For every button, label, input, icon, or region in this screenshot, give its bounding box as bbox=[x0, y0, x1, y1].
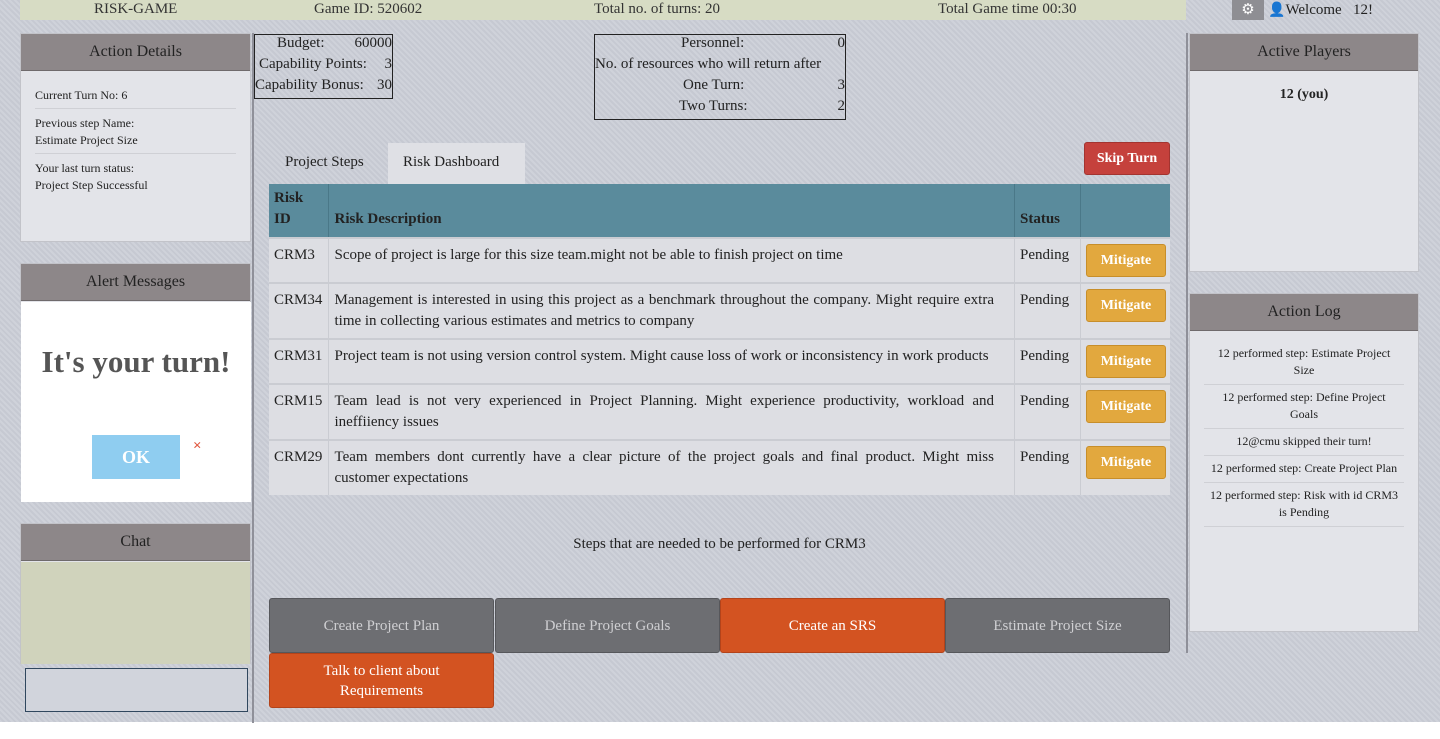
chat-input[interactable] bbox=[25, 668, 248, 712]
risk-status: Pending bbox=[1014, 237, 1081, 283]
previous-step: Previous step Name: Estimate Project Siz… bbox=[35, 113, 236, 154]
welcome-user: 👤Welcome 12! bbox=[1268, 2, 1373, 19]
capability-bonus-value: 30 bbox=[377, 77, 392, 93]
log-entry: 12 performed step: Risk with id CRM3 is … bbox=[1204, 483, 1404, 527]
turn-alert-modal: It's your turn! OK × bbox=[21, 302, 251, 502]
action-log-panel: Action Log 12 performed step: Estimate P… bbox=[1189, 293, 1419, 632]
right-divider bbox=[1186, 33, 1188, 653]
log-entry: 12 performed step: Define Project Goals bbox=[1204, 385, 1404, 429]
risk-status: Pending bbox=[1014, 282, 1081, 339]
log-entry: 12 performed step: Create Project Plan bbox=[1204, 456, 1404, 483]
steps-caption: Steps that are needed to be performed fo… bbox=[573, 536, 866, 552]
step-talk-to-client-button[interactable]: Talk to client about Requirements bbox=[269, 653, 494, 708]
mitigate-button[interactable]: Mitigate bbox=[1085, 289, 1166, 322]
log-entry: 12@cmu skipped their turn! bbox=[1204, 429, 1404, 456]
risk-status: Pending bbox=[1014, 383, 1081, 440]
close-icon[interactable]: × bbox=[193, 438, 202, 455]
total-game-time: Total Game time 00:30 bbox=[938, 1, 1077, 17]
risk-id: CRM3 bbox=[269, 237, 330, 283]
risk-status: Pending bbox=[1014, 338, 1081, 384]
game-id: Game ID: 520602 bbox=[314, 1, 423, 17]
step-create-srs-button[interactable]: Create an SRS bbox=[720, 598, 945, 653]
capability-points-value: 3 bbox=[384, 56, 393, 72]
top-status-bar: RISK-GAME Game ID: 520602 Total no. of t… bbox=[20, 0, 1186, 20]
action-details-panel: Action Details Current Turn No: 6 Previo… bbox=[20, 33, 251, 242]
skip-turn-button[interactable]: Skip Turn bbox=[1084, 142, 1170, 175]
active-players-title: Active Players bbox=[1190, 34, 1418, 71]
step-estimate-project-size-button[interactable]: Estimate Project Size bbox=[945, 598, 1170, 653]
active-players-panel: Active Players 12 (you) bbox=[1189, 33, 1419, 272]
table-row: CRM3 Scope of project is large for this … bbox=[269, 237, 1170, 283]
chat-title: Chat bbox=[21, 524, 250, 561]
app-name: RISK-GAME bbox=[94, 1, 178, 17]
mitigate-button[interactable]: Mitigate bbox=[1085, 244, 1166, 277]
risk-description: Scope of project is large for this size … bbox=[328, 237, 1015, 283]
personnel-value: 0 bbox=[837, 35, 846, 51]
table-row: CRM34 Management is interested in using … bbox=[269, 282, 1170, 339]
risk-description: Team members dont currently have a clear… bbox=[328, 439, 1015, 495]
left-divider bbox=[252, 33, 254, 723]
bottom-strip bbox=[0, 722, 1440, 739]
table-row: CRM29 Team members dont currently have a… bbox=[269, 439, 1170, 495]
risk-status: Pending bbox=[1014, 439, 1081, 495]
budget-value: 60000 bbox=[354, 35, 393, 51]
action-log-title: Action Log bbox=[1190, 294, 1418, 331]
header-status: Status bbox=[1014, 184, 1081, 238]
table-header-row: Risk ID Risk Description Status bbox=[269, 184, 1170, 238]
tab-risk-dashboard[interactable]: Risk Dashboard bbox=[388, 143, 525, 184]
player-item: 12 (you) bbox=[1279, 87, 1329, 102]
risk-description: Team lead is not very experienced in Pro… bbox=[328, 383, 1015, 440]
alert-messages-title: Alert Messages bbox=[21, 264, 250, 301]
risk-table: Risk ID Risk Description Status CRM3 Sco… bbox=[269, 184, 1170, 495]
risk-id: CRM15 bbox=[269, 383, 330, 440]
header-risk-id: Risk ID bbox=[269, 184, 330, 238]
risk-description: Project team is not using version contro… bbox=[328, 338, 1015, 384]
log-entry: 12 performed step: Estimate Project Size bbox=[1204, 341, 1404, 385]
risk-id: CRM34 bbox=[269, 282, 330, 339]
ok-button[interactable]: OK bbox=[92, 435, 180, 479]
current-turn: Current Turn No: 6 bbox=[35, 85, 236, 109]
table-row: CRM15 Team lead is not very experienced … bbox=[269, 383, 1170, 440]
settings-gear-icon[interactable]: ⚙ bbox=[1232, 0, 1264, 20]
alert-messages-panel: Alert Messages bbox=[20, 263, 251, 305]
mitigate-button[interactable]: Mitigate bbox=[1085, 390, 1166, 423]
budget-info-box: Budget: 60000 Capability Points: 3 Capabil… bbox=[254, 34, 393, 99]
chat-panel: Chat bbox=[20, 523, 251, 664]
step-create-project-plan-button[interactable]: Create Project Plan bbox=[269, 598, 494, 653]
two-turns-value: 2 bbox=[837, 98, 846, 114]
risk-id: CRM31 bbox=[269, 338, 330, 384]
action-details-title: Action Details bbox=[21, 34, 250, 71]
risk-id: CRM29 bbox=[269, 439, 330, 495]
risk-description: Management is interested in using this p… bbox=[328, 282, 1015, 339]
welcome-username: 12! bbox=[1352, 2, 1373, 18]
user-icon: 👤 bbox=[1268, 3, 1286, 18]
personnel-info-box: Personnel: 0 No. of resources who will re… bbox=[594, 34, 846, 120]
modal-title: It's your turn! bbox=[41, 344, 231, 379]
total-turns: Total no. of turns: 20 bbox=[594, 1, 721, 17]
tab-project-steps[interactable]: Project Steps bbox=[270, 143, 379, 184]
step-define-project-goals-button[interactable]: Define Project Goals bbox=[495, 598, 720, 653]
mitigate-button[interactable]: Mitigate bbox=[1085, 446, 1166, 479]
chat-messages-area bbox=[21, 562, 250, 664]
header-risk-description: Risk Description bbox=[328, 184, 1015, 238]
mitigate-button[interactable]: Mitigate bbox=[1085, 345, 1166, 378]
table-row: CRM31 Project team is not using version … bbox=[269, 338, 1170, 384]
last-turn-status: Your last turn status: Project Step Succ… bbox=[35, 161, 148, 192]
welcome-label: Welcome bbox=[1285, 2, 1342, 18]
one-turn-value: 3 bbox=[837, 77, 846, 93]
header-action bbox=[1080, 184, 1170, 238]
